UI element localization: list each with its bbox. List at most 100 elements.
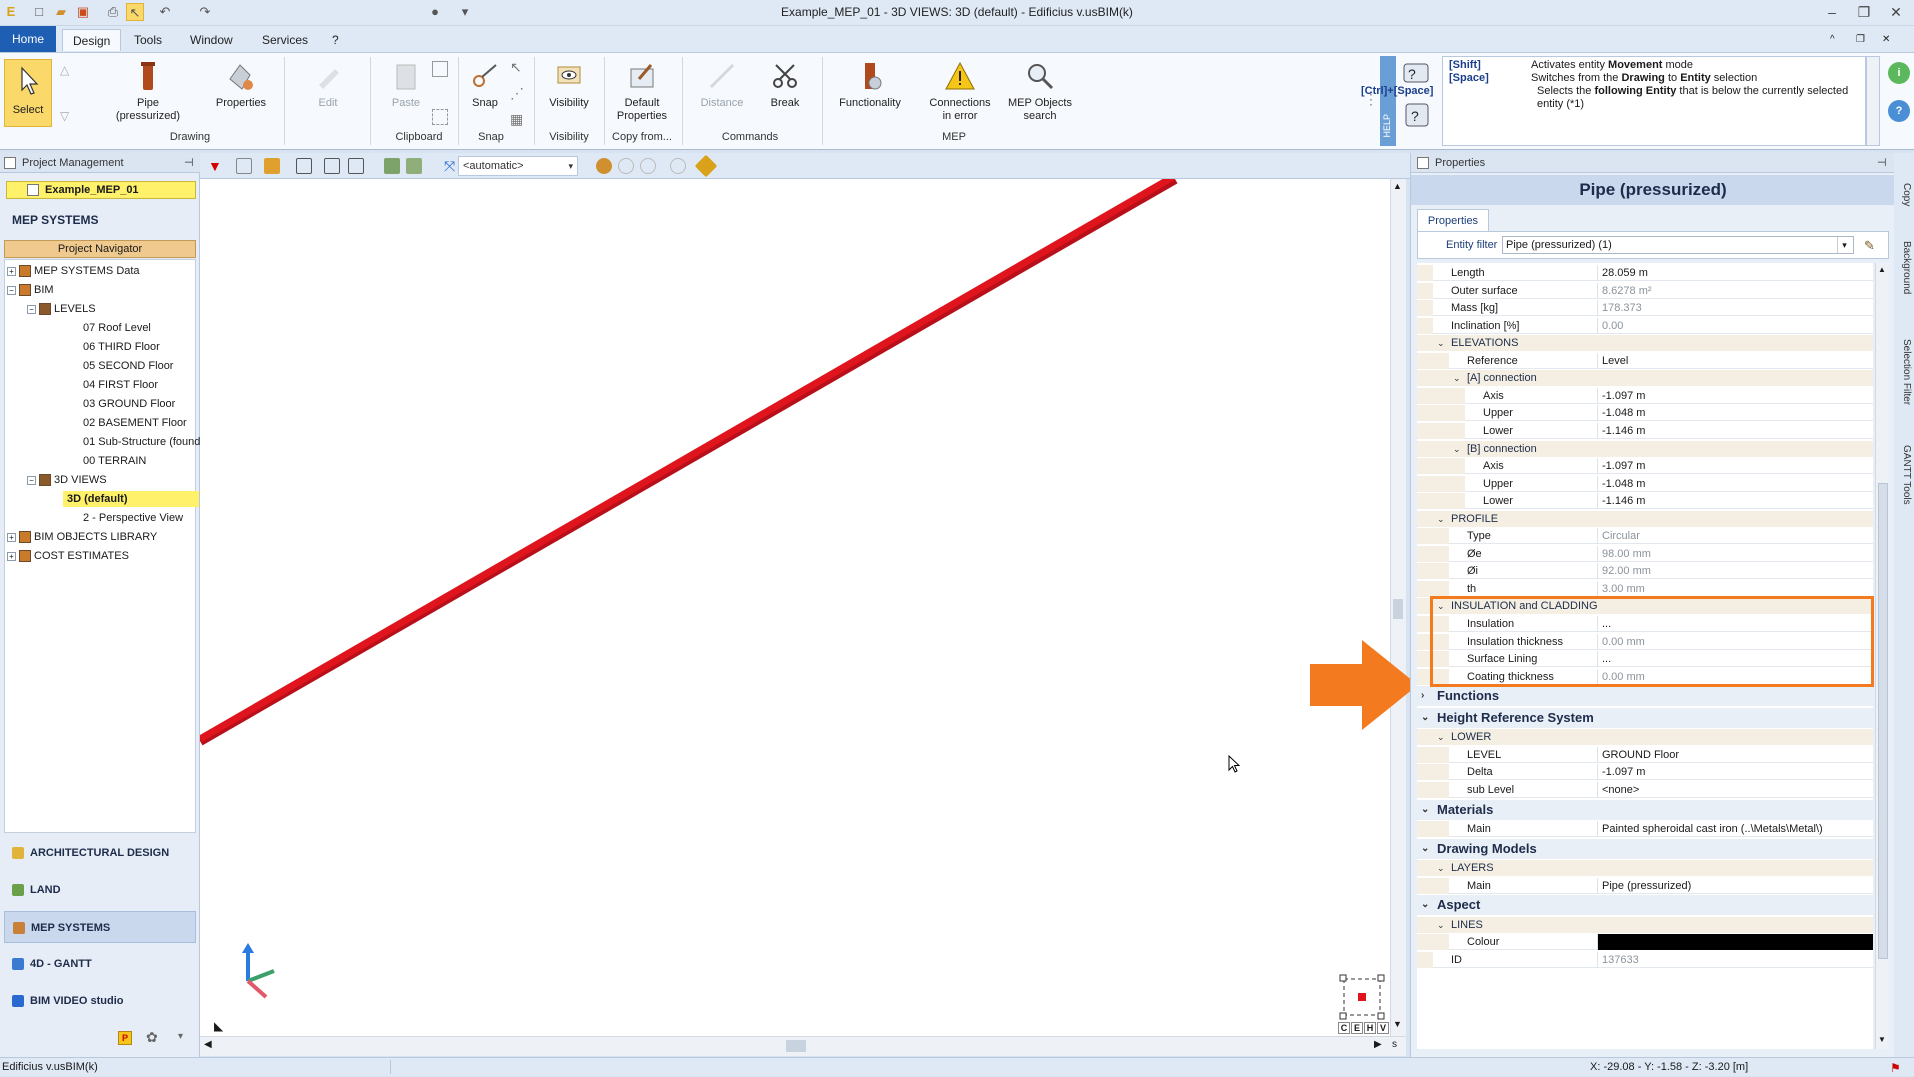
collapse-icon[interactable]: − bbox=[27, 475, 36, 485]
cube-icon[interactable] bbox=[694, 154, 718, 178]
property-row[interactable]: Colour bbox=[1417, 934, 1873, 951]
chevron-down-icon[interactable]: ⌄ bbox=[1437, 729, 1445, 745]
tree-node[interactable]: + BIM OBJECTS LIBRARY bbox=[7, 529, 157, 545]
property-value[interactable]: -1.097 m bbox=[1597, 764, 1873, 781]
collapse-icon[interactable]: − bbox=[27, 304, 36, 314]
property-row[interactable]: Upper -1.048 m bbox=[1417, 405, 1873, 422]
chevron-down-icon[interactable]: ⌄ bbox=[1437, 860, 1445, 876]
functionality-button[interactable]: Functionality bbox=[830, 59, 910, 110]
tree-node[interactable]: + COST ESTIMATES bbox=[7, 548, 129, 564]
scroll-thumb[interactable] bbox=[786, 1040, 806, 1052]
walk-icon[interactable] bbox=[618, 158, 634, 174]
property-category[interactable]: ⌄ Height Reference System bbox=[1417, 707, 1873, 728]
chevron-down-icon[interactable]: ⌄ bbox=[1437, 598, 1445, 614]
view-v-button[interactable]: V bbox=[1377, 1022, 1389, 1034]
property-value[interactable]: -1.097 m bbox=[1597, 387, 1873, 404]
property-row[interactable]: Type Circular bbox=[1417, 528, 1873, 545]
view-combo[interactable]: <automatic> ▾ bbox=[458, 156, 578, 176]
pin-marker-icon[interactable]: ▼ bbox=[208, 158, 224, 174]
info-icon[interactable]: i bbox=[1888, 62, 1910, 84]
expand-icon[interactable]: + bbox=[7, 551, 16, 561]
collapse-icon[interactable]: − bbox=[7, 285, 16, 295]
help-tab[interactable]: HELP bbox=[1380, 56, 1396, 146]
module-bim-video-studio[interactable]: BIM VIDEO studio bbox=[4, 985, 196, 1017]
chevron-down-icon[interactable]: ⌄ bbox=[1453, 370, 1461, 386]
zoom-all-icon[interactable] bbox=[348, 158, 364, 174]
snap-endpoint-icon[interactable]: ↖ bbox=[510, 59, 522, 76]
tree-node[interactable]: 06 THIRD Floor bbox=[83, 339, 160, 355]
snap-grid-icon[interactable]: ▦ bbox=[510, 111, 523, 128]
filter-edit-icon[interactable]: ✎ bbox=[1864, 238, 1875, 254]
view-e-button[interactable]: E bbox=[1351, 1022, 1363, 1034]
tree-node[interactable]: 3D (default) bbox=[63, 491, 199, 507]
fly-icon[interactable] bbox=[640, 158, 656, 174]
property-row[interactable]: Coating thickness 0.00 mm bbox=[1417, 668, 1873, 685]
tab-services[interactable]: Services bbox=[252, 29, 318, 51]
property-group[interactable]: ⌄ [A] connection bbox=[1417, 370, 1873, 387]
doc-close-icon[interactable]: ✕ bbox=[1872, 29, 1900, 51]
tree-node[interactable]: 01 Sub-Structure (foundatic bbox=[83, 434, 218, 450]
property-row[interactable]: Lower -1.146 m bbox=[1417, 493, 1873, 510]
scroll-thumb[interactable] bbox=[1878, 483, 1888, 959]
viewport-vertical-scrollbar[interactable]: ▲ ▼ bbox=[1390, 179, 1406, 1036]
tab-window[interactable]: Window bbox=[180, 29, 243, 51]
visibility-button[interactable]: Visibility bbox=[540, 59, 598, 110]
pipe-line[interactable] bbox=[200, 179, 1175, 743]
tree-node[interactable]: 03 GROUND Floor bbox=[83, 396, 175, 412]
tab-design[interactable]: Design bbox=[62, 29, 122, 51]
plugin-icon[interactable]: P bbox=[118, 1031, 132, 1045]
tree-node[interactable]: 07 Roof Level bbox=[83, 320, 151, 336]
property-row[interactable]: Mass [kg] 178.373 bbox=[1417, 300, 1873, 317]
help-scrollbar[interactable] bbox=[1866, 56, 1880, 146]
property-value[interactable]: Pipe (pressurized) bbox=[1597, 877, 1873, 894]
snap-midpoint-icon[interactable]: ⋰ bbox=[510, 85, 524, 102]
property-group[interactable]: ⌄ LAYERS bbox=[1417, 860, 1873, 877]
help-context-icon[interactable]: ? bbox=[1402, 100, 1432, 130]
minimize-button[interactable]: – bbox=[1818, 2, 1846, 22]
property-row[interactable]: Reference Level bbox=[1417, 352, 1873, 369]
tree-node[interactable]: 00 TERRAIN bbox=[83, 453, 146, 469]
mep-objects-search-button[interactable]: MEP Objects search bbox=[1002, 59, 1078, 123]
property-row[interactable]: Upper -1.048 m bbox=[1417, 475, 1873, 492]
property-category[interactable]: ⌄ Drawing Models bbox=[1417, 838, 1873, 859]
property-row[interactable]: Outer surface 8.6278 m² bbox=[1417, 282, 1873, 299]
tab-help[interactable]: ? bbox=[322, 29, 349, 51]
connections-in-error-button[interactable]: Connections in error bbox=[922, 59, 998, 123]
chevron-down-icon[interactable]: ⌄ bbox=[1421, 839, 1429, 859]
distance-button[interactable]: Distance bbox=[690, 59, 754, 110]
property-group[interactable]: ⌄ PROFILE bbox=[1417, 510, 1873, 527]
scroll-down-icon[interactable]: ▽ bbox=[60, 109, 69, 123]
tab-tools[interactable]: Tools bbox=[124, 29, 172, 51]
viewport-horizontal-scrollbar[interactable]: ◀ ▶ s bbox=[200, 1036, 1406, 1056]
module-4d-gantt[interactable]: 4D - GANTT bbox=[4, 948, 196, 980]
zoom-window-icon[interactable] bbox=[324, 158, 340, 174]
property-category[interactable]: › Functions bbox=[1417, 686, 1873, 707]
select-button[interactable]: Select bbox=[4, 59, 52, 127]
chevron-down-icon[interactable]: ⌄ bbox=[1421, 895, 1429, 915]
property-category[interactable]: ⌄ Materials bbox=[1417, 799, 1873, 820]
snap-button[interactable]: Snap bbox=[462, 59, 508, 110]
close-button[interactable]: ✕ bbox=[1882, 2, 1910, 22]
pipe-button[interactable]: Pipe (pressurized) bbox=[106, 59, 190, 123]
property-value[interactable]: ... bbox=[1597, 616, 1873, 632]
property-row[interactable]: Øi 92.00 mm bbox=[1417, 563, 1873, 580]
scroll-thumb[interactable] bbox=[1393, 599, 1403, 619]
copy-icon[interactable] bbox=[432, 61, 448, 77]
expand-icon[interactable]: + bbox=[7, 266, 16, 276]
doc-restore-icon[interactable]: ❐ bbox=[1846, 29, 1875, 51]
chevron-down-icon[interactable]: ⌄ bbox=[1437, 335, 1445, 351]
property-value[interactable]: <none> bbox=[1597, 781, 1873, 798]
view-h-button[interactable]: H bbox=[1364, 1022, 1376, 1034]
scroll-down-icon[interactable]: ▼ bbox=[1878, 1035, 1886, 1044]
terrain-icon[interactable] bbox=[384, 158, 400, 174]
tree-node[interactable]: 02 BASEMENT Floor bbox=[83, 415, 187, 431]
tree-node[interactable]: 2 - Perspective View bbox=[83, 510, 183, 526]
more-modules-icon[interactable]: ▾ bbox=[178, 1031, 183, 1042]
property-value[interactable]: -1.097 m bbox=[1597, 458, 1873, 475]
properties-scrollbar[interactable]: ▲ ▼ bbox=[1875, 263, 1889, 1049]
property-value[interactable]: GROUND Floor bbox=[1597, 746, 1873, 763]
module-mep-systems[interactable]: MEP SYSTEMS bbox=[4, 911, 196, 943]
tree-node[interactable]: 05 SECOND Floor bbox=[83, 358, 173, 374]
property-group[interactable]: ⌄ [B] connection bbox=[1417, 440, 1873, 457]
pipe-graphic[interactable] bbox=[200, 179, 1390, 1036]
